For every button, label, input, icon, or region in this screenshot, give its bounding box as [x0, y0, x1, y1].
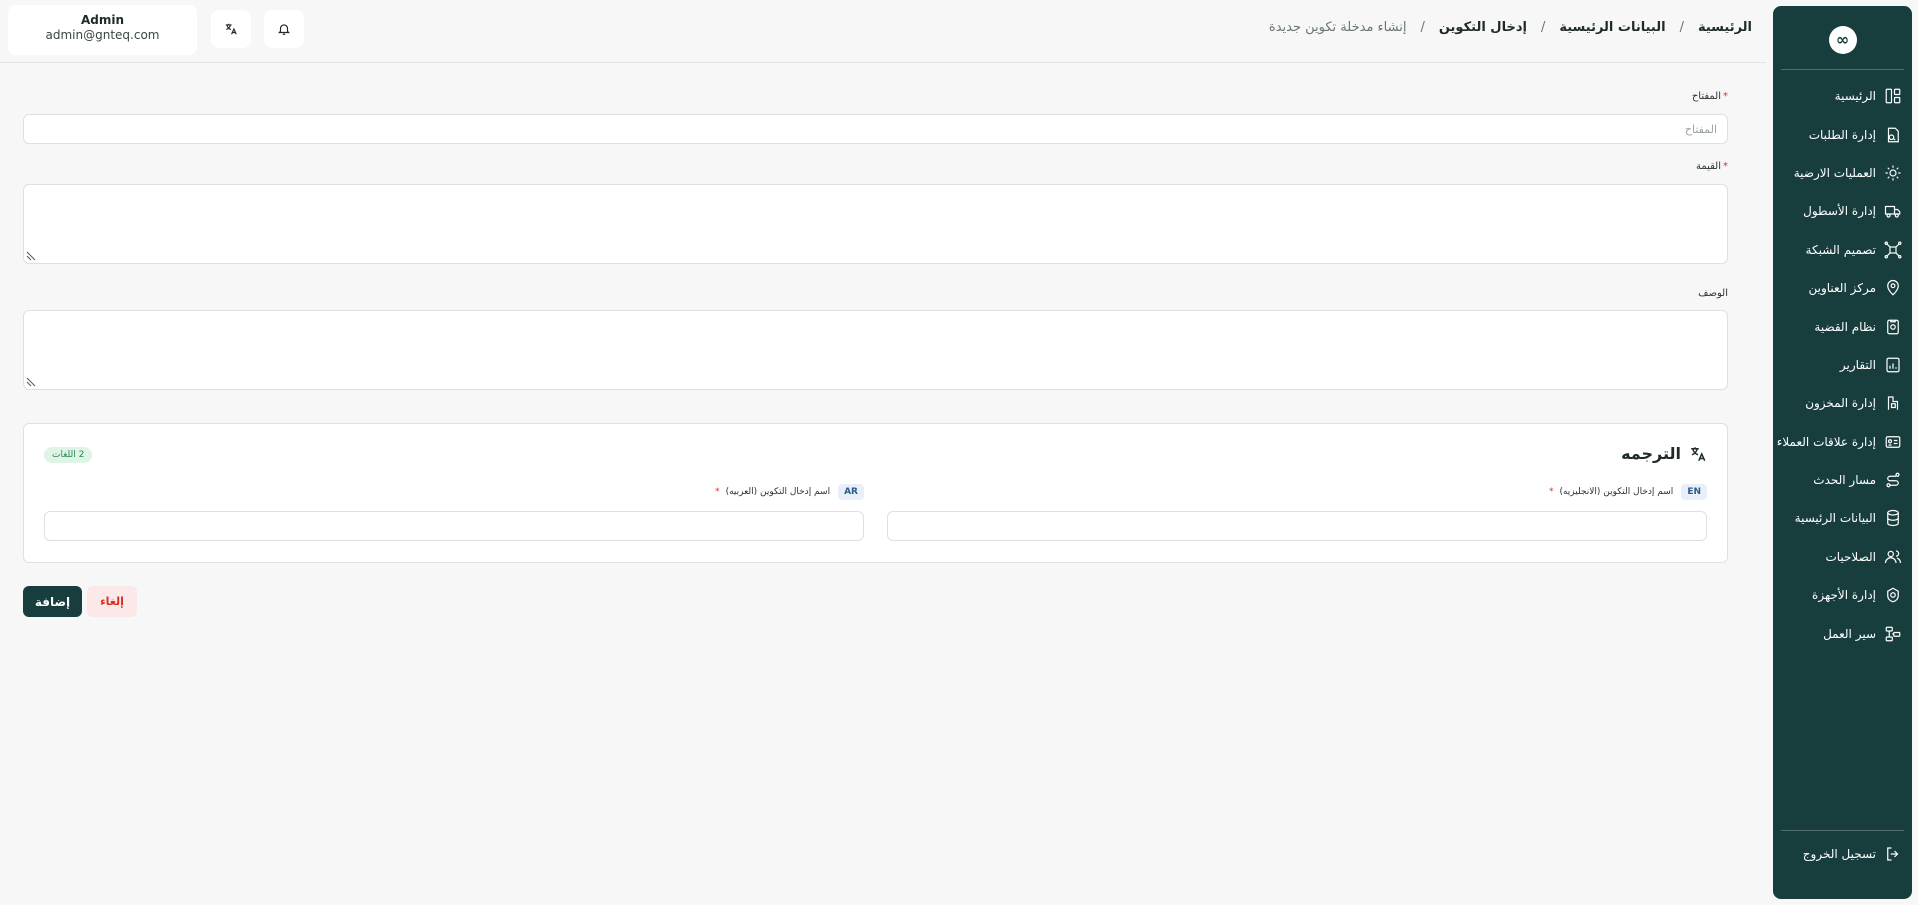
value-textarea[interactable] — [23, 184, 1728, 264]
user-menu[interactable]: Admin admin@gnteq.com — [8, 5, 197, 55]
network-icon — [1884, 241, 1902, 259]
sidebar-item-address[interactable]: مركز العناوين — [1773, 269, 1912, 307]
ar-name-input[interactable] — [44, 511, 864, 541]
sidebar-item-devices[interactable]: إدارة الأجهزة — [1773, 576, 1912, 614]
sidebar-divider — [1781, 830, 1904, 831]
translation-en: EN اسم إدخال التكوين (الانجليزيه)* — [887, 482, 1707, 541]
sidebar-item-permissions[interactable]: الصلاحيات — [1773, 538, 1912, 576]
breadcrumb-separator: / — [1540, 20, 1546, 35]
crm-icon — [1885, 435, 1901, 448]
lang-code-badge: EN — [1681, 484, 1707, 500]
resize-handle-icon[interactable] — [26, 251, 36, 261]
breadcrumb-home[interactable]: الرئيسية — [1698, 20, 1752, 35]
description-textarea[interactable] — [23, 310, 1728, 390]
user-email: admin@gnteq.com — [45, 28, 160, 42]
sidebar-item-fleet[interactable]: إدارة الأسطول — [1773, 192, 1912, 230]
logo-icon[interactable]: ∞ — [1828, 26, 1857, 54]
sidebar-item-workflow[interactable]: سير العمل — [1773, 614, 1912, 652]
inventory-icon — [1887, 396, 1899, 411]
sidebar-item-orders[interactable]: إدارة الطلبات — [1773, 115, 1912, 153]
logout-icon — [1887, 847, 1899, 861]
workflow-icon — [1885, 626, 1901, 642]
sidebar-item-label: إدارة المخزون — [1805, 396, 1876, 411]
sidebar-item-label: إدارة الطلبات — [1808, 127, 1876, 142]
sidebar-item-crm[interactable]: إدارة علاقات العملاء — [1773, 423, 1912, 461]
translation-ar: AR اسم إدخال التكوين (العربيه)* — [44, 482, 864, 541]
value-label: *القيمة — [1695, 161, 1728, 172]
translation-title: الترجمه — [1621, 444, 1707, 463]
sidebar: ∞ الرئيسية إدارة الطلبات العمليات الارضي… — [1773, 6, 1912, 899]
translate-icon — [1691, 446, 1706, 461]
sidebar-divider — [1781, 69, 1904, 70]
sidebar-item-label: الصلاحيات — [1825, 549, 1876, 564]
key-input[interactable] — [23, 114, 1728, 144]
sidebar-item-label: إدارة الأسطول — [1803, 204, 1876, 219]
orders-icon — [1887, 127, 1899, 142]
address-pin-icon — [1887, 280, 1899, 296]
lang-code-badge: AR — [838, 484, 864, 500]
reports-icon — [1886, 357, 1900, 373]
breadcrumb-separator: / — [1420, 20, 1425, 35]
ground-ops-icon — [1885, 165, 1901, 181]
sidebar-item-inventory[interactable]: إدارة المخزون — [1773, 384, 1912, 422]
bell-icon — [277, 24, 291, 35]
ar-name-label: اسم إدخال التكوين (العربيه)* — [715, 487, 831, 497]
devices-icon — [1887, 587, 1899, 603]
event-route-icon — [1886, 472, 1900, 488]
top-header: Admin admin@gnteq.com الرئيسية / البيانا… — [0, 0, 1766, 63]
sidebar-item-dashboard[interactable]: الرئيسية — [1773, 77, 1912, 115]
breadcrumb-master-data[interactable]: البيانات الرئيسية — [1559, 20, 1665, 35]
breadcrumb: الرئيسية / البيانات الرئيسية / إدخال الت… — [1269, 20, 1752, 35]
logout-label: تسجيل الخروج — [1802, 846, 1876, 861]
users-icon — [1884, 550, 1902, 563]
language-count-badge: 2 اللغات — [44, 447, 93, 463]
language-button[interactable] — [211, 10, 251, 48]
sidebar-item-label: إدارة الأجهزة — [1812, 588, 1876, 603]
translate-icon — [225, 23, 237, 35]
sidebar-nav: الرئيسية إدارة الطلبات العمليات الارضية … — [1773, 77, 1912, 653]
sidebar-item-label: تصميم الشبكة — [1805, 242, 1876, 257]
breadcrumb-config-entries[interactable]: إدخال التكوين — [1439, 20, 1527, 35]
sidebar-logout: تسجيل الخروج — [1773, 835, 1912, 873]
dashboard-icon — [1885, 88, 1901, 104]
en-name-input[interactable] — [887, 511, 1707, 541]
sidebar-item-ground-ops[interactable]: العمليات الارضية — [1773, 154, 1912, 192]
logout-button[interactable]: تسجيل الخروج — [1773, 835, 1912, 873]
sidebar-item-case[interactable]: نظام القضية — [1773, 307, 1912, 345]
sidebar-item-label: مسار الحدث — [1813, 473, 1876, 488]
breadcrumb-separator: / — [1679, 20, 1684, 35]
add-button[interactable]: إضافة — [23, 586, 82, 617]
sidebar-item-master-data[interactable]: البيانات الرئيسية — [1773, 499, 1912, 537]
sidebar-item-label: العمليات الارضية — [1793, 165, 1876, 180]
resize-handle-icon[interactable] — [26, 377, 36, 387]
description-label: الوصف — [1698, 288, 1728, 299]
cancel-button[interactable]: إلغاء — [87, 586, 137, 617]
key-label: *المفتاح — [1691, 91, 1728, 102]
truck-icon — [1884, 206, 1901, 218]
sidebar-item-reports[interactable]: التقارير — [1773, 346, 1912, 384]
case-icon — [1887, 319, 1899, 334]
sidebar-item-label: البيانات الرئيسية — [1794, 511, 1876, 526]
sidebar-item-label: نظام القضية — [1814, 319, 1876, 334]
sidebar-item-label: مركز العناوين — [1808, 281, 1876, 296]
sidebar-item-label: سير العمل — [1823, 626, 1876, 641]
database-icon — [1887, 510, 1899, 527]
breadcrumb-current: إنشاء مدخلة تكوين جديدة — [1268, 20, 1407, 35]
user-name: Admin — [80, 13, 125, 27]
sidebar-item-label: الرئيسية — [1834, 89, 1876, 104]
en-name-label: اسم إدخال التكوين (الانجليزيه)* — [1548, 487, 1674, 497]
sidebar-item-label: إدارة علاقات العملاء — [1776, 434, 1876, 449]
sidebar-item-label: التقارير — [1839, 357, 1876, 372]
sidebar-item-network[interactable]: تصميم الشبكة — [1773, 231, 1912, 269]
sidebar-item-event-route[interactable]: مسار الحدث — [1773, 461, 1912, 499]
translation-card: الترجمه 2 اللغات EN اسم إدخال التكوين (ا… — [23, 423, 1728, 563]
notifications-button[interactable] — [264, 10, 304, 48]
